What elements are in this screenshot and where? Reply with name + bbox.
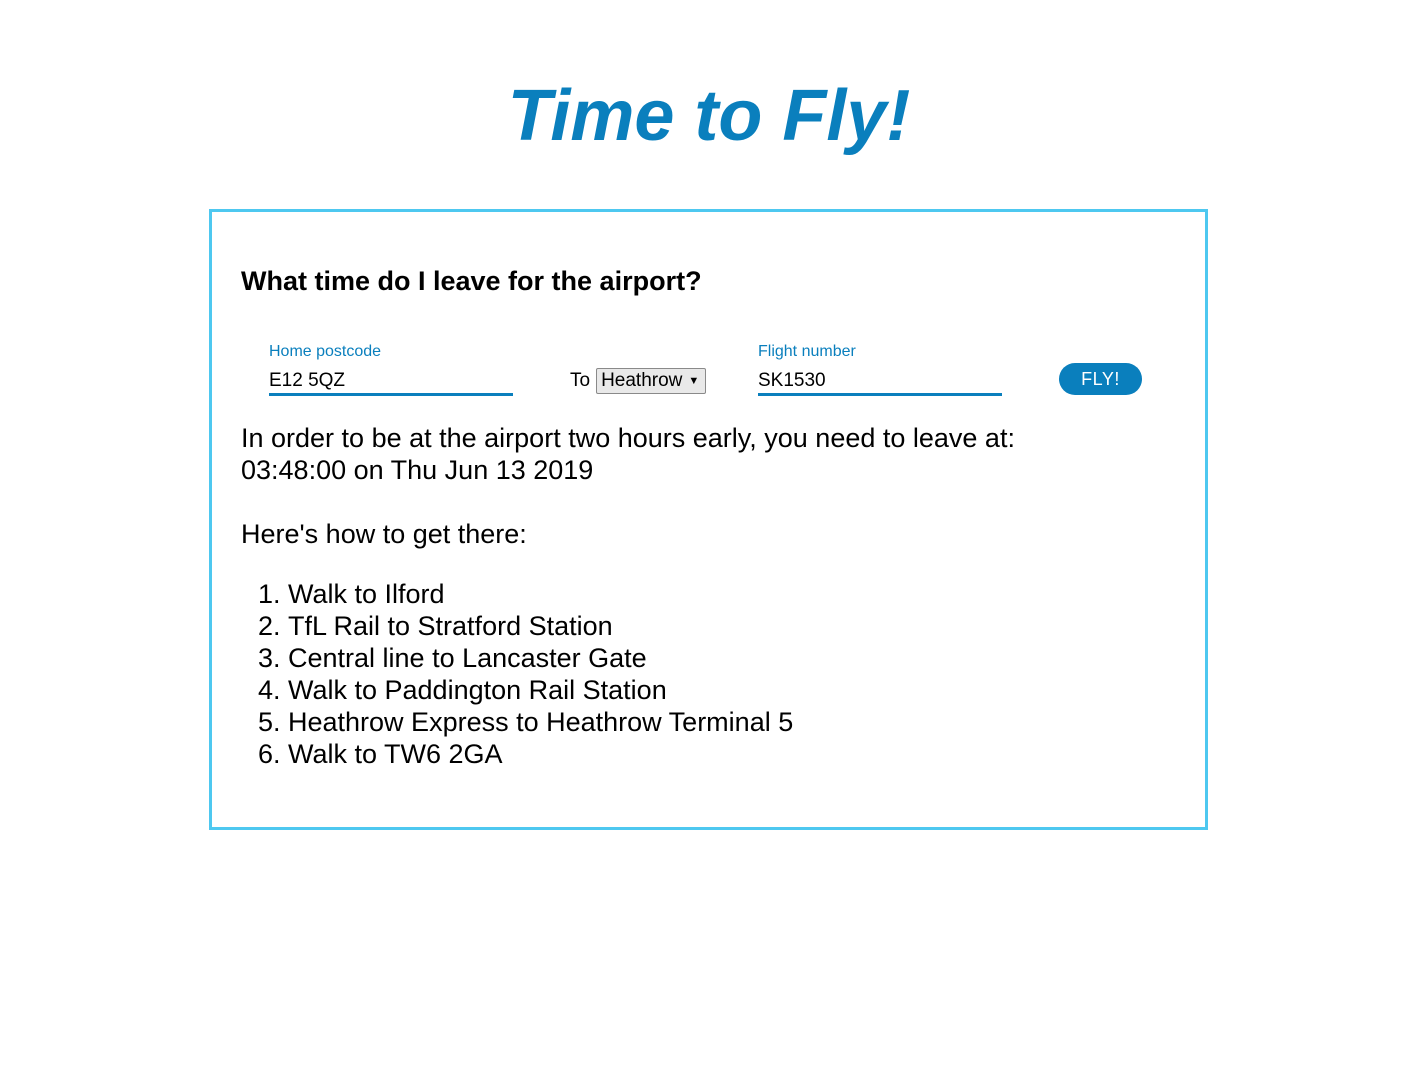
flight-field: Flight number	[758, 342, 1002, 396]
departure-card: What time do I leave for the airport? Ho…	[209, 209, 1208, 830]
postcode-field: Home postcode	[269, 342, 513, 396]
postcode-input[interactable]	[269, 368, 513, 396]
fly-button[interactable]: FLY!	[1059, 363, 1142, 395]
list-item: Central line to Lancaster Gate	[288, 642, 793, 674]
flight-input[interactable]	[758, 368, 1002, 396]
directions-heading: Here's how to get there:	[241, 519, 527, 549]
departure-result: In order to be at the airport two hours …	[241, 422, 1015, 486]
flight-label: Flight number	[758, 343, 856, 360]
postcode-label: Home postcode	[269, 343, 382, 360]
result-text: In order to be at the airport two hours …	[241, 423, 1015, 453]
list-item: Walk to Paddington Rail Station	[288, 674, 793, 706]
airport-select[interactable]: Heathrow ▼	[596, 368, 707, 394]
app-title: Time to Fly!	[507, 76, 911, 156]
list-item: TfL Rail to Stratford Station	[288, 610, 793, 642]
to-label: To	[570, 370, 591, 391]
airport-picker: To Heathrow ▼	[570, 368, 707, 394]
list-item: Walk to Ilford	[288, 578, 793, 610]
departure-time: 03:48:00 on Thu Jun 13 2019	[241, 455, 594, 485]
directions-list: Walk to Ilford TfL Rail to Stratford Sta…	[241, 578, 793, 770]
list-item: Walk to TW6 2GA	[288, 738, 793, 770]
airport-select-value: Heathrow	[601, 370, 683, 391]
chevron-down-icon: ▼	[688, 375, 700, 387]
form-question: What time do I leave for the airport?	[241, 266, 702, 296]
list-item: Heathrow Express to Heathrow Terminal 5	[288, 706, 793, 738]
